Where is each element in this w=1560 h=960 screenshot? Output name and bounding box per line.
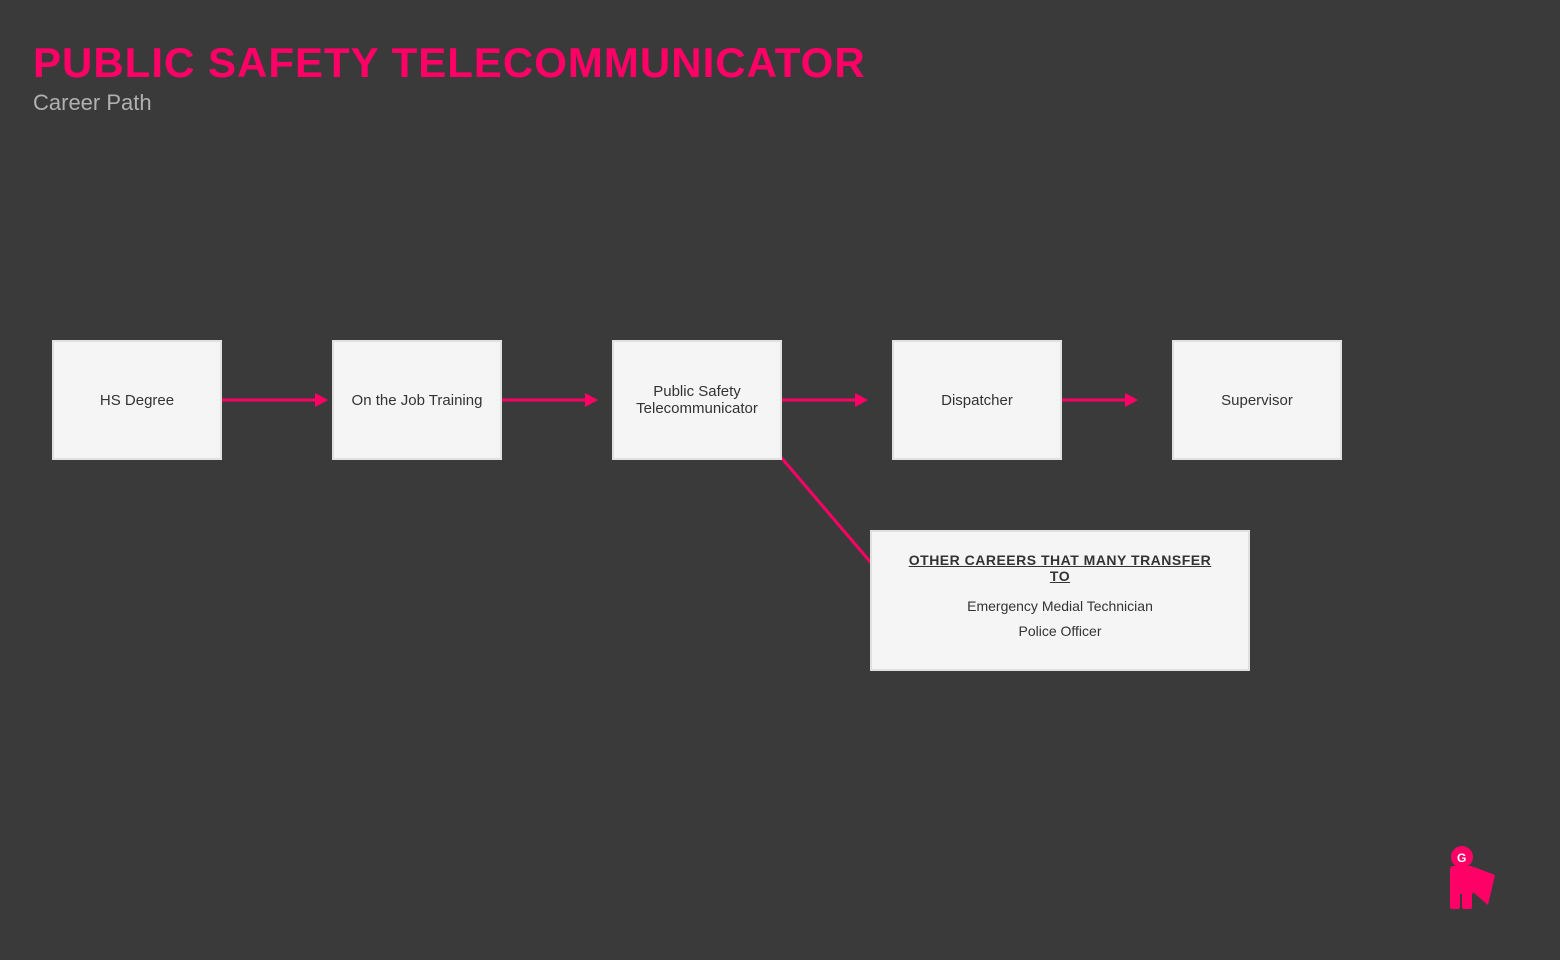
hs-degree-box: HS Degree (52, 340, 222, 460)
career-path-subtitle: Career Path (33, 90, 866, 116)
ojt-label: On the Job Training (352, 392, 483, 409)
dispatcher-box: Dispatcher (892, 340, 1062, 460)
superhero-logo: G (1430, 835, 1500, 915)
other-careers-box: OTHER CAREERS THAT MANY TRANSFER TO Emer… (870, 530, 1250, 671)
career-row: HS Degree On the Job Training Public Saf… (50, 340, 1510, 460)
supervisor-box: Supervisor (1172, 340, 1342, 460)
ojt-box: On the Job Training (332, 340, 502, 460)
brand-logo-area: G (1430, 835, 1500, 920)
other-career-item-2: Police Officer (902, 619, 1218, 644)
page-title: PUBLIC SAFETY TELECOMMUNICATOR (33, 40, 866, 86)
other-career-item-1: Emergency Medial Technician (902, 594, 1218, 619)
svg-text:G: G (1457, 851, 1466, 865)
hs-degree-label: HS Degree (100, 392, 174, 409)
supervisor-label: Supervisor (1221, 392, 1293, 409)
pst-box: Public Safety Telecommunicator (612, 340, 782, 460)
career-diagram: HS Degree On the Job Training Public Saf… (50, 280, 1510, 780)
other-careers-title: OTHER CAREERS THAT MANY TRANSFER TO (902, 552, 1218, 584)
dispatcher-label: Dispatcher (941, 392, 1013, 409)
pst-label: Public Safety Telecommunicator (624, 383, 770, 417)
page-header: PUBLIC SAFETY TELECOMMUNICATOR Career Pa… (33, 40, 866, 116)
